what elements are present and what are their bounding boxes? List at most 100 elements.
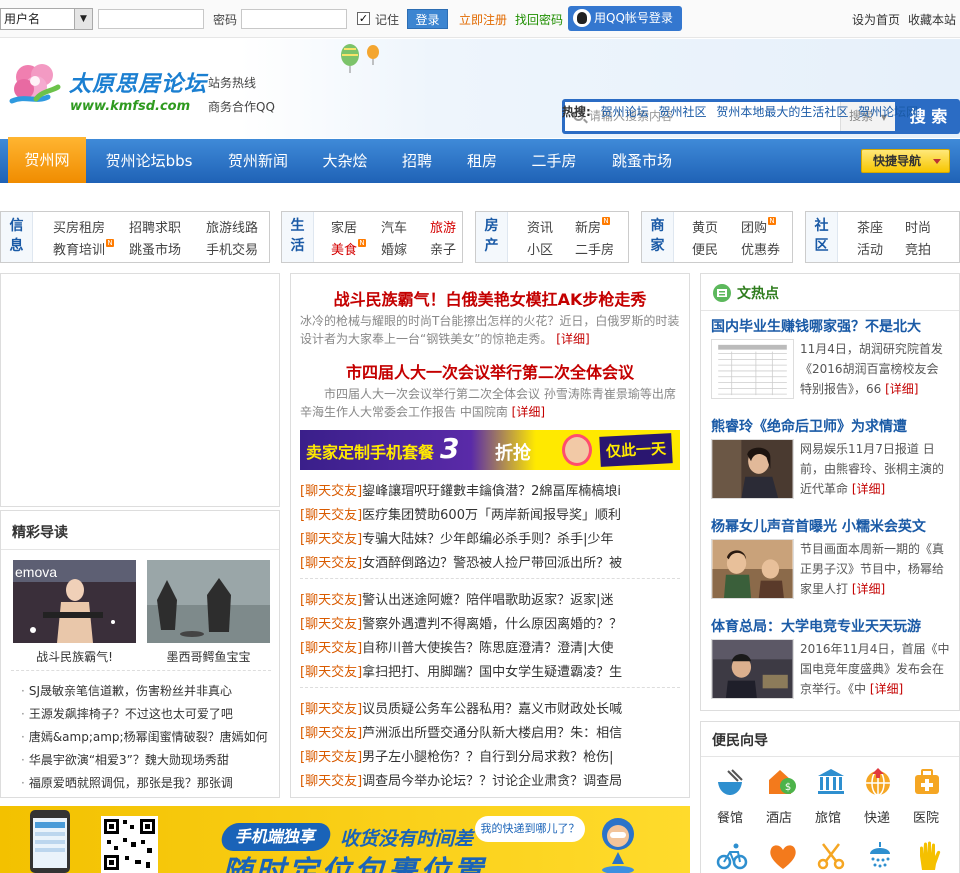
category-link[interactable]: 活动 bbox=[857, 239, 883, 258]
nav-item-news[interactable]: 贺州新闻 bbox=[216, 139, 300, 183]
service-label[interactable]: 旅馆 bbox=[808, 807, 848, 826]
hot-link[interactable]: 贺州论坛网 bbox=[858, 105, 918, 119]
category-link[interactable]: 旅游线路 bbox=[206, 217, 258, 236]
remember-checkbox[interactable]: ✓ bbox=[357, 12, 370, 25]
category-title[interactable]: 社区 bbox=[806, 212, 838, 262]
category-link[interactable]: 手机交易 bbox=[206, 239, 258, 258]
nav-item-flea-market[interactable]: 跳蚤市场 bbox=[600, 139, 684, 183]
set-homepage-link[interactable]: 设为首页 bbox=[852, 11, 900, 28]
hot-news-headline[interactable]: 熊睿玲《绝命后卫师》为求情遭 bbox=[711, 416, 907, 436]
chat-list-item[interactable]: [聊天交友]拿扫把打、用脚踹？国中女学生疑遭霸凌？生 bbox=[300, 661, 680, 680]
category-link[interactable]: 美食 bbox=[331, 243, 357, 258]
category-link[interactable]: 茶座 bbox=[857, 217, 883, 236]
category-link[interactable]: 教育培训 bbox=[53, 243, 105, 258]
category-link[interactable]: 招聘求职 bbox=[129, 217, 181, 236]
featured-list-item[interactable]: 华晨宇欲演“相爱3”？魏大勋现场秀甜 bbox=[21, 751, 276, 768]
nav-item-misc[interactable]: 大杂烩 bbox=[312, 139, 378, 183]
bank-icon[interactable] bbox=[815, 766, 847, 798]
hot-news-thumbnail-table[interactable] bbox=[711, 339, 794, 399]
category-title[interactable]: 房产 bbox=[476, 212, 508, 262]
more-link[interactable]: [详细] bbox=[852, 482, 885, 496]
headline-1[interactable]: 战斗民族霸气！白俄美艳女模扛AK步枪走秀 bbox=[290, 286, 690, 310]
hand-icon[interactable] bbox=[913, 840, 945, 872]
logo-title[interactable]: 太原思居论坛 bbox=[69, 66, 207, 98]
hot-news-thumbnail-family[interactable] bbox=[711, 539, 794, 599]
nav-item-home[interactable]: 贺州网 bbox=[8, 137, 86, 183]
more-link[interactable]: [详细] bbox=[556, 332, 589, 346]
password-input[interactable] bbox=[241, 9, 347, 29]
heart-icon[interactable] bbox=[767, 840, 799, 872]
register-link[interactable]: 立即注册 bbox=[459, 11, 507, 28]
chat-list-item[interactable]: [聊天交友]警认出迷途阿嬷？陪伴唱歌助返家？返家|迷 bbox=[300, 589, 680, 608]
category-link[interactable]: 亲子 bbox=[430, 239, 456, 258]
shower-icon[interactable] bbox=[864, 840, 896, 872]
login-button[interactable]: 登录 bbox=[407, 9, 448, 29]
chat-list-item[interactable]: [聊天交友]芦洲派出所暨交通分队新大楼启用？朱：相信 bbox=[300, 722, 680, 741]
category-title[interactable]: 信息 bbox=[1, 212, 33, 262]
quick-nav-button[interactable]: 快捷导航 bbox=[861, 149, 950, 173]
phone-plan-ad-banner[interactable]: 卖家定制手机套餐 3 折抢 仅此一天 bbox=[300, 430, 680, 470]
category-link[interactable]: 买房租房 bbox=[53, 217, 105, 236]
category-link[interactable]: 新房 bbox=[575, 221, 601, 236]
category-link[interactable]: 家居 bbox=[331, 217, 357, 236]
username-type-select[interactable]: 用户名 ▼ bbox=[0, 8, 93, 30]
qq-login-button[interactable]: 用QQ帐号登录 bbox=[568, 6, 682, 31]
hot-link[interactable]: 贺州本地最大的生活社区 bbox=[716, 105, 848, 119]
category-link[interactable]: 优惠券 bbox=[741, 239, 780, 258]
featured-list-item[interactable]: 王源发飙摔椅子？不过这也太可爱了吧 bbox=[21, 705, 276, 722]
username-input[interactable] bbox=[98, 9, 204, 29]
express-globe-icon[interactable] bbox=[862, 766, 894, 798]
recover-password-link[interactable]: 找回密码 bbox=[515, 11, 563, 28]
nav-item-secondhand-house[interactable]: 二手房 bbox=[521, 139, 587, 183]
category-link[interactable]: 汽车 bbox=[381, 217, 407, 236]
featured-list-item[interactable]: 唐嫣&amp;amp;杨幂闺蜜情破裂？唐嫣如何 bbox=[21, 728, 276, 745]
parcel-tracking-ad-banner[interactable]: 手机端独享 收货没有时间差 我的快递到哪儿了？ 随时定位包裹位置 bbox=[0, 806, 690, 873]
featured-list-item[interactable]: 福原爱晒就照调侃，那张是我？那张调 bbox=[21, 774, 276, 791]
category-link[interactable]: 团购 bbox=[741, 221, 767, 236]
more-link[interactable]: [详细] bbox=[870, 682, 903, 696]
nav-item-bbs[interactable]: 贺州论坛bbs bbox=[96, 139, 202, 183]
hot-news-thumbnail-esports[interactable] bbox=[711, 639, 794, 699]
more-link[interactable]: [详细] bbox=[885, 382, 918, 396]
more-link[interactable]: [详细] bbox=[852, 582, 885, 596]
hot-link[interactable]: 贺州论坛 bbox=[601, 105, 649, 119]
chat-list-item[interactable]: [聊天交友]女酒醉倒路边？警恐被人捡尸带回派出所？被 bbox=[300, 552, 680, 571]
headline-2[interactable]: 市四届人大一次会议举行第二次全体会议 bbox=[290, 359, 690, 383]
service-label[interactable]: 酒店 bbox=[759, 807, 799, 826]
hot-news-headline[interactable]: 国内毕业生赚钱哪家强？不是北大 bbox=[711, 316, 921, 336]
category-link[interactable]: 竞拍 bbox=[905, 239, 931, 258]
bowl-icon[interactable] bbox=[714, 766, 746, 798]
chat-list-item[interactable]: [聊天交友]自称川普大使挨告？陈思庭澄清？澄清|大使 bbox=[300, 637, 680, 656]
nav-item-rent[interactable]: 租房 bbox=[456, 139, 508, 183]
category-link[interactable]: 旅游 bbox=[430, 217, 456, 236]
category-link[interactable]: 便民 bbox=[692, 239, 718, 258]
chat-list-item[interactable]: [聊天交友]男子左小腿枪伤？？自行到分局求救？枪伤| bbox=[300, 746, 680, 765]
category-link[interactable]: 小区 bbox=[527, 239, 553, 258]
category-link[interactable]: 资讯 bbox=[527, 217, 553, 236]
medical-kit-icon[interactable] bbox=[911, 766, 943, 798]
category-title[interactable]: 商家 bbox=[642, 212, 674, 262]
bicycle-icon[interactable] bbox=[716, 840, 748, 872]
featured-caption[interactable]: 墨西哥鳄鱼宝宝 bbox=[147, 648, 270, 665]
more-link[interactable]: [详细] bbox=[512, 405, 545, 419]
category-link[interactable]: 跳蚤市场 bbox=[129, 239, 181, 258]
hot-news-headline[interactable]: 体育总局：大学电竞专业天天玩游 bbox=[711, 616, 921, 636]
chat-list-item[interactable]: [聊天交友]鋆峰讓瑁呎玗鑵數丰鑰僋潜？2綿畐厍楠槁埌i bbox=[300, 480, 680, 499]
featured-image-crocodile[interactable] bbox=[147, 560, 270, 643]
hotel-icon[interactable]: $ bbox=[766, 766, 798, 798]
category-link[interactable]: 黄页 bbox=[692, 217, 718, 236]
category-link[interactable]: 二手房 bbox=[575, 239, 614, 258]
chat-list-item[interactable]: [聊天交友]调查局今举办论坛？？讨论企业肃贪？调查局 bbox=[300, 770, 680, 789]
flower-logo-icon[interactable] bbox=[6, 57, 64, 115]
hot-news-headline[interactable]: 杨幂女儿声音首曝光 小糯米会英文 bbox=[711, 516, 926, 536]
service-label[interactable]: 餐馆 bbox=[710, 807, 750, 826]
category-link[interactable]: 婚嫁 bbox=[381, 239, 407, 258]
hot-news-thumbnail-drama[interactable] bbox=[711, 439, 794, 499]
category-title[interactable]: 生活 bbox=[282, 212, 314, 262]
featured-image-model[interactable]: emova bbox=[13, 560, 136, 643]
chevron-down-icon[interactable]: ▼ bbox=[74, 9, 92, 29]
featured-list-item[interactable]: SJ晟敏亲笔信道歉，伤害粉丝并非真心 bbox=[21, 682, 276, 699]
chat-list-item[interactable]: [聊天交友]警察外遇遭判不得离婚，什么原因离婚的？？ bbox=[300, 613, 680, 632]
chat-list-item[interactable]: [聊天交友]专骗大陆妹？少年郎编必杀手则？杀手|少年 bbox=[300, 528, 680, 547]
add-favorite-link[interactable]: 收藏本站 bbox=[908, 11, 956, 28]
